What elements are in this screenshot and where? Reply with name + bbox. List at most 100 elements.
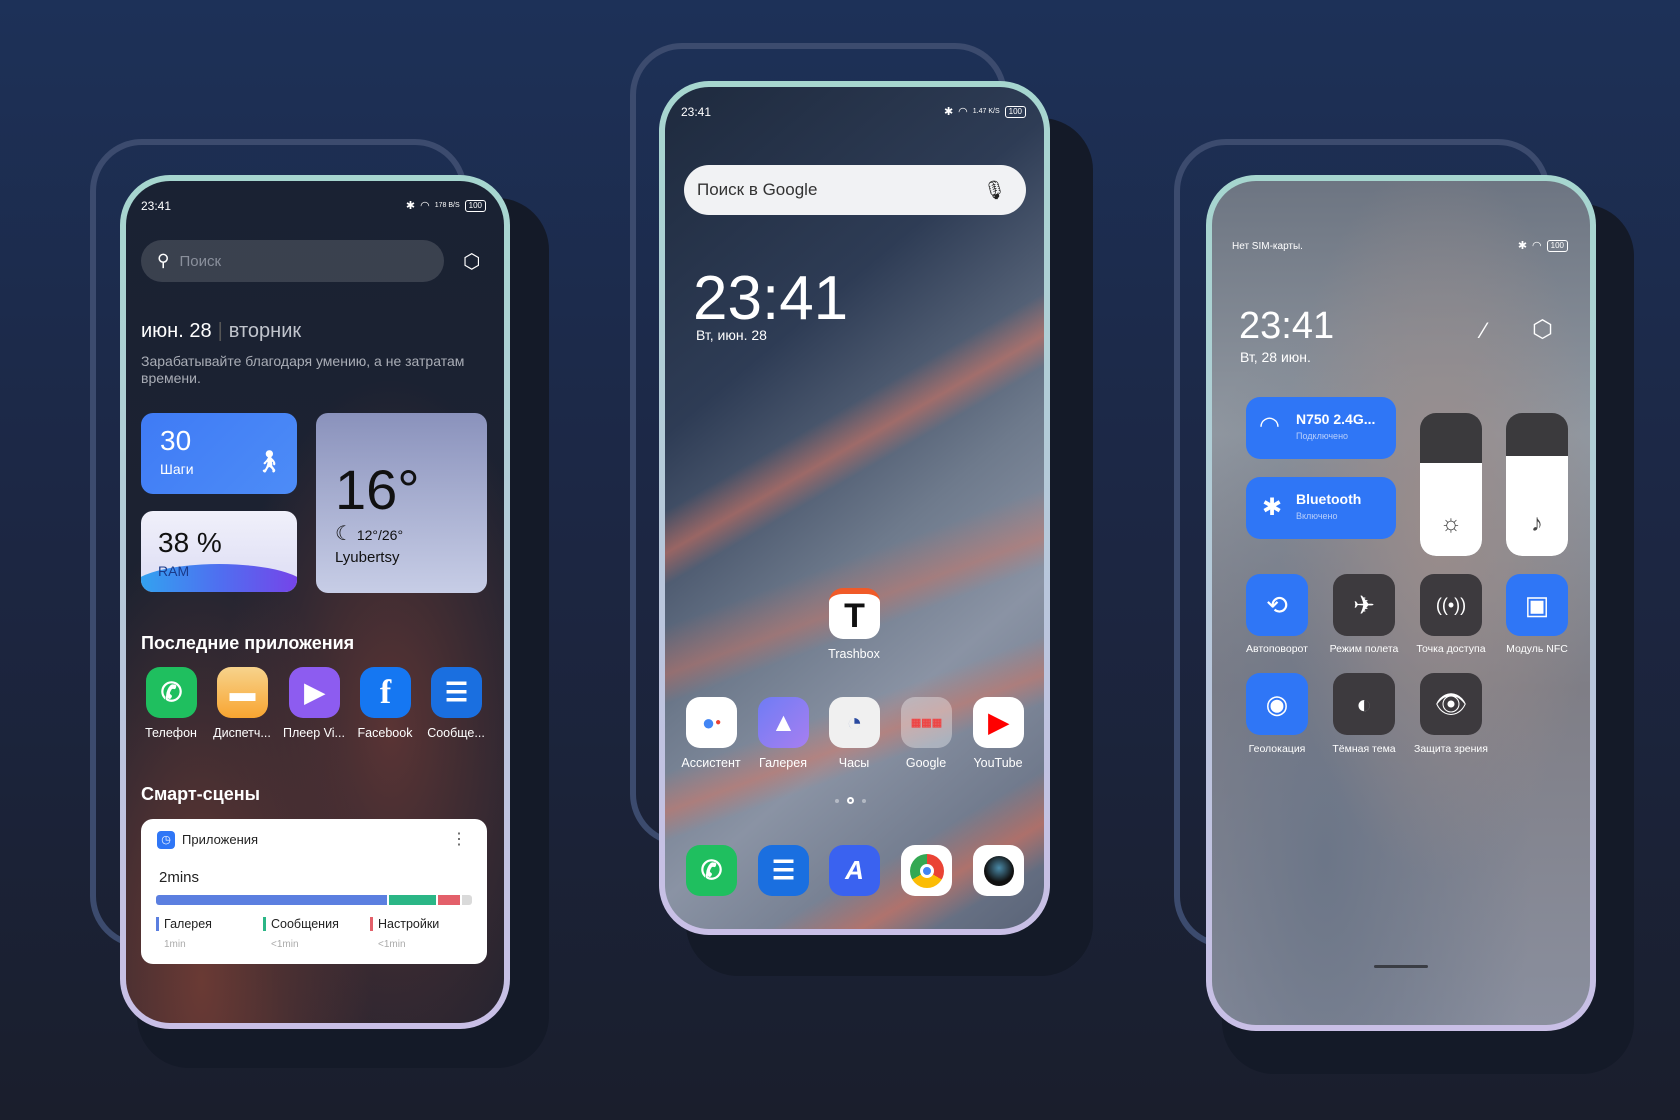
camera-icon[interactable] [973,845,1024,896]
bluetooth-tile[interactable]: ✱ Bluetooth Включено [1246,477,1396,539]
autorotate-tile[interactable]: ⟲ [1246,574,1308,636]
date: Вт, 28 июн. [1240,349,1311,365]
bluetooth-icon: ✱ [1262,494,1283,521]
date-line: июн. 28 | вторник [141,320,302,342]
usage-item-time: <1min [271,939,299,950]
google-search-bar[interactable]: Поиск в Google 🎙︎ [684,165,1026,215]
search-placeholder: Поиск [179,252,222,270]
network-speed: 178 B/S [434,202,460,209]
steps-widget[interactable]: 30 Шаги 🚶︎ [141,413,297,494]
tile-label: Геолокация [1248,743,1306,755]
gallery-icon[interactable]: ▲ [758,697,809,748]
app-usage-card[interactable]: ◷ Приложения ⋮ 2mins Галерея 1min Сообще… [141,819,487,964]
smart-scenes-title: Смарт-сцены [141,784,260,804]
eye-protection-tile[interactable]: 👁︎ [1420,673,1482,735]
brightness-slider[interactable]: ☼ [1420,413,1482,556]
phone-home-screen: 23:41 ✱ ◠ 1.47 K/S 100 Поиск в Google 🎙︎ 23:… [659,81,1050,935]
youtube-icon[interactable]: ▶ [973,697,1024,748]
dark-theme-icon: ◐ [1356,688,1372,719]
volume-slider[interactable]: ♪ [1506,413,1568,556]
bluetooth-icon: ✱ [943,106,954,118]
wifi-icon: ◠ [420,200,430,212]
messages-icon[interactable]: ☰ [758,845,809,896]
hotspot-tile[interactable]: ((•)) [1420,574,1482,636]
home-indicator[interactable] [1374,965,1428,968]
message-icon[interactable]: ☰ [431,667,482,718]
wifi-icon: ◠ [1259,412,1280,439]
ram-label: RAM [158,563,190,579]
tile-label: Точка доступа [1416,643,1486,655]
page-indicator[interactable] [835,797,866,804]
trashbox-icon[interactable]: T [829,588,880,639]
chrome-icon[interactable] [901,845,952,896]
assistant-icon[interactable]: ● ● [686,697,737,748]
usage-item-name: Сообщения [263,917,339,931]
app-label: Диспетч... [213,726,271,740]
ram-widget[interactable]: 38 % RAM [141,511,297,592]
weather-range: 12°/26° [356,527,404,543]
nfc-icon: ▣ [1524,589,1550,620]
battery-icon: 100 [1004,105,1026,118]
folder-icon[interactable]: ▬ [217,667,268,718]
app-label: Trashbox [828,647,880,661]
walking-icon: 🚶︎ [255,449,283,474]
weekday: вторник [228,320,302,342]
clock: 23:41 [1239,305,1335,347]
clock-icon[interactable]: ◔ [829,697,880,748]
usage-total: 2mins [159,869,200,886]
edit-icon[interactable]: ⁄ [1482,318,1486,344]
phone-icon[interactable]: ✆ [686,845,737,896]
notes-icon[interactable]: A [829,845,880,896]
facebook-icon[interactable]: f [360,667,411,718]
bluetooth-name: Bluetooth [1296,491,1362,507]
search-input[interactable]: ⚲ Поиск [141,240,444,282]
timer-icon: ◷ [157,831,175,849]
date: июн. 28 [141,320,212,342]
clock: 23:41 [693,264,849,333]
page-dot[interactable] [862,798,866,803]
page-dot[interactable] [835,798,839,803]
tile-label: Тёмная тема [1332,743,1396,755]
phone-minus-one-screen: 23:41 ✱ ◠ 178 B/S 100 ⚲ Поиск ⬡ июн. 28 | втор… [120,175,510,1029]
search-icon: ⚲ [157,251,170,270]
usage-title: Приложения [182,832,259,847]
location-icon: ◉ [1265,688,1289,719]
nfc-tile[interactable]: ▣ [1506,574,1568,636]
usage-item-name: Настройки [370,917,439,931]
google-folder-icon[interactable]: ▦▦▦ [901,697,952,748]
settings-icon[interactable]: ⬡ [1532,315,1553,344]
ram-value: 38 % [158,527,222,558]
app-label: Сообще... [427,726,485,740]
app-label: Галерея [759,756,807,770]
app-label: Часы [838,756,870,770]
dark-theme-tile[interactable]: ◐ [1333,673,1395,735]
tile-label: Автоповорот [1246,643,1308,655]
airplane-icon: ✈ [1353,589,1375,620]
settings-icon[interactable]: ⬡ [463,249,480,274]
airplane-tile[interactable]: ✈ [1333,574,1395,636]
wifi-tile[interactable]: ◠ N750 2.4G... Подключено [1246,397,1396,459]
usage-segment [388,895,437,905]
search-placeholder: Поиск в Google [697,180,818,199]
bluetooth-status: Включено [1296,511,1338,521]
phone-control-center: Нет SIM-карты. ✱ ◠ 100 23:41 Вт, 28 июн. ⁄… [1206,175,1596,1031]
more-icon[interactable]: ⋮ [451,829,467,849]
network-speed: 1.47 K/S [972,108,1000,115]
phone-icon[interactable]: ✆ [146,667,197,718]
weather-temp: 16° [335,458,420,521]
page-dot-active[interactable] [847,797,854,804]
usage-item-time: <1min [378,939,406,950]
status-icons: ✱ ◠ 100 [1518,239,1568,252]
usage-segment [438,895,461,905]
usage-bar [156,895,472,905]
microphone-icon[interactable]: 🎙︎ [983,180,1006,201]
hotspot-icon: ((•)) [1435,594,1467,615]
location-tile[interactable]: ◉ [1246,673,1308,735]
status-time: 23:41 [141,199,172,213]
weather-widget[interactable]: 16° ☾ 12°/26° Lyubertsy [316,413,487,593]
usage-segment [462,895,472,905]
play-icon[interactable]: ▶ [289,667,340,718]
app-label: Ассистент [681,756,741,770]
steps-label: Шаги [160,461,194,477]
battery-icon: 100 [1546,239,1568,252]
